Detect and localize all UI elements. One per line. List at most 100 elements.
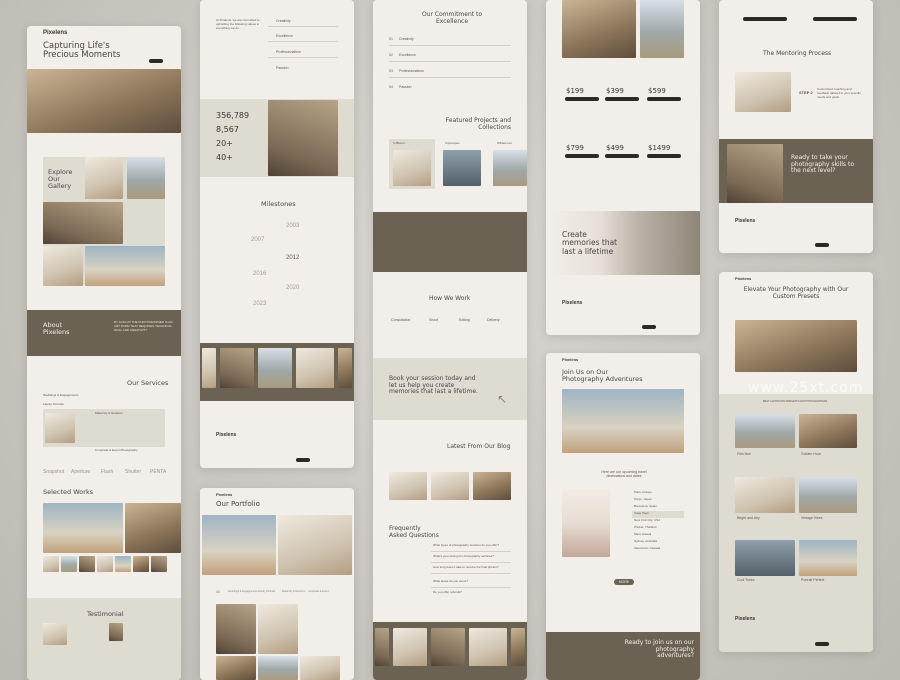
hero-button[interactable] — [149, 59, 163, 63]
gallery-image[interactable] — [43, 202, 123, 244]
subscribe-button[interactable] — [296, 458, 310, 462]
service-item[interactable]: Family Portraits — [43, 402, 64, 407]
milestones-title: Milestones — [261, 200, 296, 208]
footer-logo[interactable]: Pixelens — [562, 300, 582, 306]
preset-image[interactable] — [735, 414, 795, 448]
work-thumb[interactable] — [133, 556, 149, 572]
faq-item[interactable]: What's your pricing for photography serv… — [433, 554, 494, 559]
destination-item[interactable]: Paris, France — [634, 490, 652, 495]
destination-item[interactable]: Sydney, Australia — [634, 539, 657, 544]
arrow-icon[interactable]: ↖ — [497, 392, 507, 407]
destination-item[interactable]: Tokyo, Japan — [634, 497, 652, 502]
gallery-image[interactable] — [85, 246, 165, 286]
blog-image[interactable] — [389, 472, 427, 500]
portfolio-tab[interactable]: Family Portraits — [258, 590, 275, 593]
work-thumb[interactable] — [151, 556, 167, 572]
preset-image[interactable] — [735, 477, 795, 513]
blog-image[interactable] — [473, 472, 511, 500]
portfolio-tab[interactable]: Maternity & Newborn — [282, 590, 305, 593]
strip-image — [220, 348, 254, 388]
work-thumb[interactable] — [97, 556, 113, 572]
destination-item[interactable]: Vancouver, Canada — [634, 546, 660, 551]
presets-hero-image — [735, 320, 857, 372]
preset-name: Portrait Perfect — [801, 578, 825, 582]
featured-title: Featured Projects and Collections — [445, 117, 511, 131]
pricing-page-card: $199 $399 $599 $799 $499 $1499 Create me… — [546, 0, 700, 335]
commitment-label: Creativity — [399, 37, 414, 41]
work-thumb[interactable] — [79, 556, 95, 572]
gallery-image[interactable] — [85, 157, 123, 199]
destination-item[interactable]: Phuket, Thailand — [634, 525, 656, 530]
work-image[interactable] — [43, 503, 123, 553]
logo[interactable]: Pixelens — [43, 30, 67, 36]
price-button[interactable] — [565, 97, 599, 101]
value-item: Professionalism — [276, 50, 301, 54]
portfolio-tab[interactable]: All — [216, 590, 220, 594]
preset-image[interactable] — [799, 414, 857, 448]
destination-item[interactable]: Maui, Hawaii — [634, 532, 651, 537]
portfolio-image[interactable] — [300, 656, 340, 680]
portfolio-tab[interactable]: Corporate & Event — [308, 590, 329, 593]
price-button[interactable] — [647, 97, 681, 101]
footer-logo[interactable]: Pixelens — [216, 432, 236, 438]
portfolio-image[interactable] — [258, 604, 298, 654]
work-image[interactable] — [125, 503, 181, 553]
faq-title: Frequently Asked Questions — [389, 525, 439, 539]
faq-item[interactable]: What areas do you serve? — [433, 579, 468, 584]
service-item[interactable]: Weddings & Engagements — [43, 393, 78, 398]
subscribe-button[interactable] — [815, 642, 829, 646]
commitment-number: 02 — [389, 53, 393, 57]
preset-image[interactable] — [735, 540, 795, 576]
service-item[interactable]: Corporate & Event Photography — [95, 448, 138, 453]
faq-item[interactable]: How long does it take to receive the fin… — [433, 565, 498, 570]
commitment-title: Our Commitment to Excellence — [421, 11, 483, 25]
price-button[interactable] — [565, 154, 599, 158]
mentoring-title: The Mentoring Process — [763, 50, 832, 57]
logo[interactable]: Pixelens — [216, 492, 232, 497]
footer-logo[interactable]: Pixelens — [735, 218, 755, 224]
footer-logo[interactable]: Pixelens — [735, 616, 755, 622]
portfolio-image[interactable] — [258, 656, 298, 680]
price-button[interactable] — [605, 154, 639, 158]
work-thumb[interactable] — [43, 556, 59, 572]
price-button[interactable] — [605, 97, 639, 101]
subscribe-button[interactable] — [815, 243, 829, 247]
blog-image[interactable] — [431, 472, 469, 500]
work-step: Shoot — [429, 318, 439, 322]
preset-name: Film Noir — [737, 452, 751, 456]
partner-logo: Snapshot — [43, 469, 65, 475]
logo[interactable]: Pixelens — [562, 357, 578, 362]
destination-item[interactable]: Cape Town — [634, 511, 649, 516]
gallery-image[interactable] — [127, 157, 165, 199]
gallery-image[interactable] — [43, 246, 83, 286]
top-button[interactable] — [743, 17, 787, 21]
destination-item[interactable]: Barcelona, Spain — [634, 504, 657, 509]
destination-item[interactable]: New York City, USA — [634, 518, 660, 523]
more-button[interactable]: MORE — [614, 579, 634, 585]
photographer-image — [727, 144, 783, 203]
portfolio-image[interactable] — [216, 656, 256, 680]
faq-item[interactable]: What types of photography services do yo… — [433, 543, 499, 548]
price-value: $199 — [566, 87, 584, 95]
faq-item[interactable]: Do you offer refunds? — [433, 590, 462, 595]
gallery-title: Explore Our Gallery — [48, 168, 73, 191]
portfolio-tab[interactable]: Weddings & Engagements — [228, 590, 258, 593]
portfolio-image[interactable] — [216, 604, 256, 654]
work-thumb[interactable] — [115, 556, 131, 572]
presets-title: Elevate Your Photography with Our Custom… — [743, 286, 849, 300]
milestone-year: 2003 — [286, 223, 300, 229]
book-cta-text: Book your session today and let us help … — [389, 375, 478, 396]
service-item[interactable]: Maternity & Newborn — [95, 411, 123, 416]
logo[interactable]: Pixelens — [735, 276, 751, 281]
preset-image[interactable] — [799, 540, 857, 576]
mentoring-page-card: The Mentoring Process STEP 2 Customized … — [719, 0, 873, 253]
partner-logo: Aperture — [71, 469, 91, 475]
price-button[interactable] — [647, 154, 681, 158]
milestone-year: 2007 — [251, 237, 265, 243]
preset-image[interactable] — [799, 477, 857, 513]
testimonial-title: Testimonial — [87, 610, 124, 618]
work-thumb[interactable] — [61, 556, 77, 572]
subscribe-button[interactable] — [642, 325, 656, 329]
top-button[interactable] — [813, 17, 857, 21]
top-image — [640, 0, 684, 58]
